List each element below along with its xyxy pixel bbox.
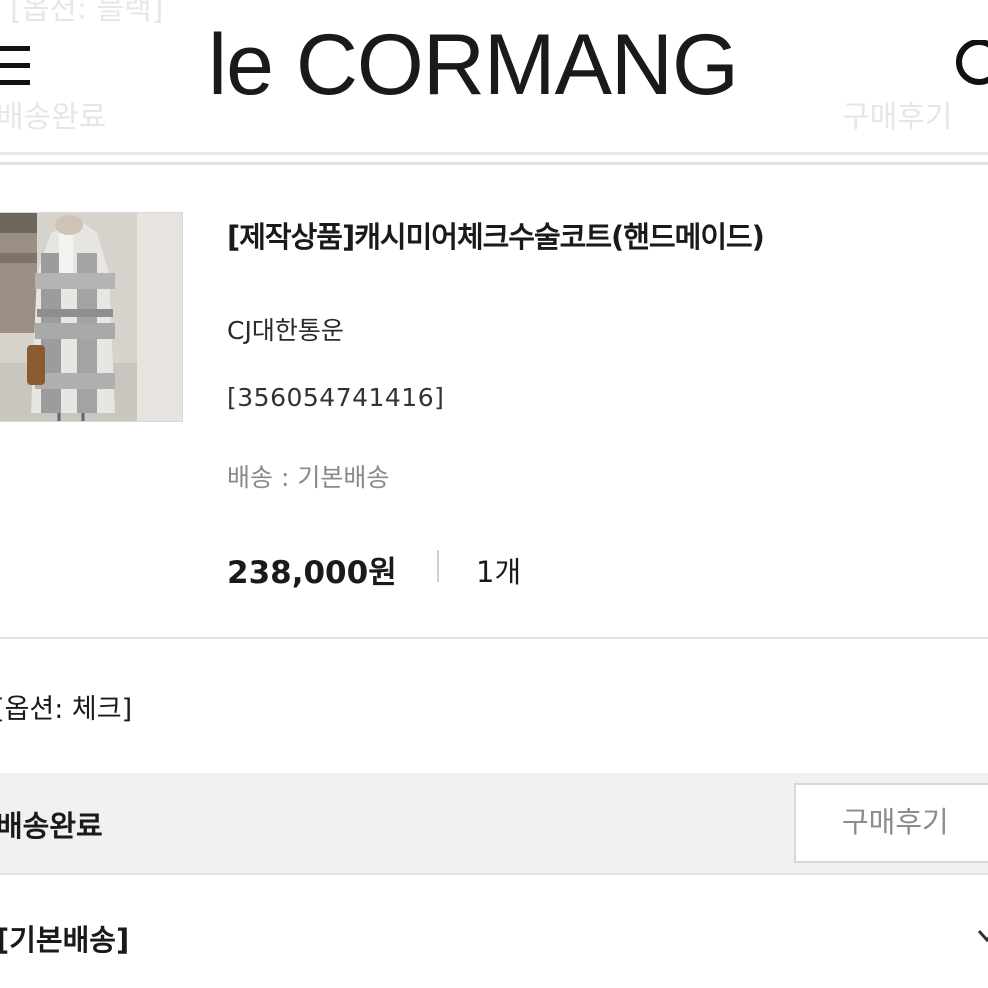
header-divider — [0, 162, 988, 165]
carrier-name: CJ대한통운 — [227, 316, 344, 345]
order-status-bar: 배송완료 구매후기 — [0, 773, 988, 875]
order-status-label: 배송완료 — [0, 809, 103, 843]
price-quantity-separator — [437, 550, 439, 582]
product-name[interactable]: [제작상품]캐시미어체크수술코트(핸드메이드) — [227, 214, 765, 256]
delivery-group-label: [기본배송] — [0, 923, 130, 957]
app-header: [옵션: 블랙] 배송완료 구매후기 le CORMANG — [0, 0, 988, 168]
delivery-group-row[interactable]: [기본배송] — [0, 877, 988, 988]
write-review-button[interactable]: 구매후기 — [794, 783, 988, 863]
product-thumbnail[interactable] — [0, 212, 183, 422]
tracking-number-link[interactable]: [356054741416] — [227, 383, 444, 412]
search-icon[interactable] — [952, 39, 988, 88]
product-quantity: 1개 — [476, 555, 522, 589]
menu-icon[interactable] — [0, 46, 32, 86]
ghost-divider — [0, 152, 988, 155]
previous-review-ghost: 구매후기 — [842, 100, 953, 135]
section-divider — [0, 637, 988, 639]
product-option: [옵션: 체크] — [0, 694, 133, 725]
shipping-method: 배송 : 기본배송 — [227, 463, 390, 492]
product-price: 238,000원 — [227, 555, 397, 591]
brand-logo[interactable]: le CORMANG — [208, 22, 739, 108]
previous-status-ghost: 배송완료 — [0, 100, 107, 135]
chevron-down-icon[interactable] — [976, 925, 988, 947]
previous-item-option-ghost: [옵션: 블랙] — [10, 0, 164, 27]
